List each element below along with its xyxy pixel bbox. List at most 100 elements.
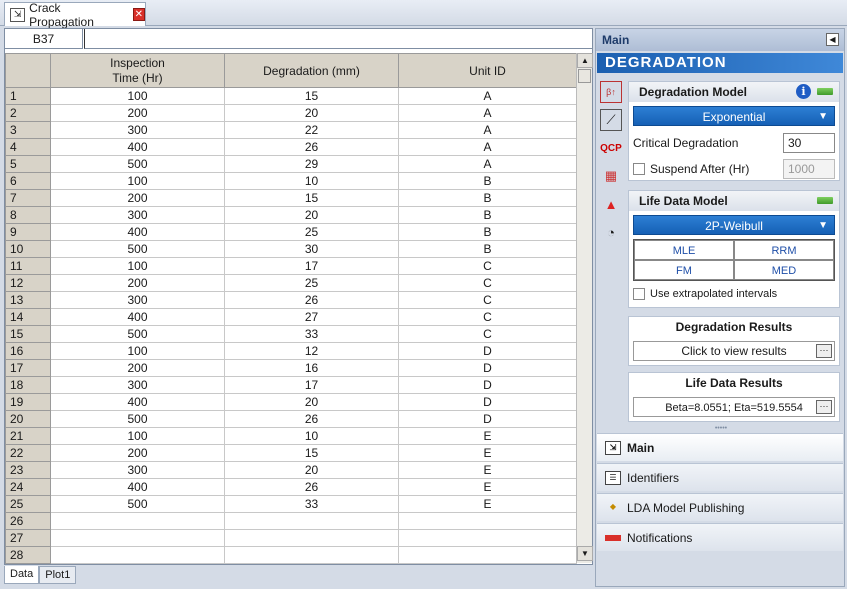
table-row[interactable]: 28: [5, 546, 577, 564]
table-cell[interactable]: 400: [50, 393, 225, 411]
row-header[interactable]: 10: [5, 240, 51, 258]
row-header[interactable]: 11: [5, 257, 51, 275]
table-cell[interactable]: 30: [224, 240, 399, 258]
table-cell[interactable]: 200: [50, 274, 225, 292]
sort-icon[interactable]: β↑: [600, 81, 622, 103]
method-rrm[interactable]: RRM: [734, 240, 834, 260]
table-cell[interactable]: [224, 529, 399, 547]
table-row[interactable]: 11 100 17 C: [5, 257, 577, 275]
table-cell[interactable]: B: [398, 172, 577, 190]
report-icon[interactable]: ▦: [600, 165, 622, 187]
row-header[interactable]: 13: [5, 291, 51, 309]
row-header[interactable]: 14: [5, 308, 51, 326]
table-cell[interactable]: D: [398, 410, 577, 428]
table-cell[interactable]: 20: [224, 461, 399, 479]
table-cell[interactable]: 500: [50, 155, 225, 173]
table-row[interactable]: 20 500 26 D: [5, 410, 577, 428]
life-data-results-field[interactable]: Beta=8.0551; Eta=519.5554 ···: [633, 397, 835, 417]
table-cell[interactable]: 26: [224, 138, 399, 156]
table-cell[interactable]: 15: [224, 87, 399, 105]
table-cell[interactable]: 20: [224, 206, 399, 224]
table-cell[interactable]: C: [398, 308, 577, 326]
table-cell[interactable]: D: [398, 342, 577, 360]
suspend-after-input[interactable]: 1000: [783, 159, 835, 179]
table-cell[interactable]: 400: [50, 308, 225, 326]
table-row[interactable]: 3 300 22 A: [5, 121, 577, 139]
row-header[interactable]: 19: [5, 393, 51, 411]
table-cell[interactable]: E: [398, 444, 577, 462]
column-header[interactable]: Degradation (mm): [224, 53, 399, 88]
table-cell[interactable]: 17: [224, 376, 399, 394]
table-cell[interactable]: B: [398, 223, 577, 241]
gauge-icon[interactable]: ◔: [600, 221, 622, 243]
method-fm[interactable]: FM: [634, 260, 734, 280]
plot-icon[interactable]: ⟋: [600, 109, 622, 131]
row-header[interactable]: 2: [5, 104, 51, 122]
method-mle[interactable]: MLE: [634, 240, 734, 260]
row-header[interactable]: 22: [5, 444, 51, 462]
scroll-up-icon[interactable]: ▲: [577, 53, 593, 68]
table-cell[interactable]: [224, 546, 399, 564]
table-cell[interactable]: 100: [50, 257, 225, 275]
table-cell[interactable]: A: [398, 121, 577, 139]
nav-notifications[interactable]: Notifications: [597, 523, 843, 551]
table-cell[interactable]: 500: [50, 495, 225, 513]
table-cell[interactable]: 16: [224, 359, 399, 377]
column-header[interactable]: Unit ID: [398, 53, 577, 88]
nav-lda-model-publishing[interactable]: ◆ LDA Model Publishing: [597, 493, 843, 521]
table-cell[interactable]: 300: [50, 376, 225, 394]
row-header[interactable]: 8: [5, 206, 51, 224]
degradation-model-select[interactable]: Exponential ▼: [633, 106, 835, 126]
table-row[interactable]: 8 300 20 B: [5, 206, 577, 224]
row-header[interactable]: 9: [5, 223, 51, 241]
table-cell[interactable]: B: [398, 240, 577, 258]
close-icon[interactable]: ✕: [132, 8, 145, 21]
table-row[interactable]: 17 200 16 D: [5, 359, 577, 377]
table-cell[interactable]: 100: [50, 342, 225, 360]
row-header[interactable]: 15: [5, 325, 51, 343]
life-data-model-select[interactable]: 2P-Weibull ▼: [633, 215, 835, 235]
table-cell[interactable]: 15: [224, 444, 399, 462]
table-cell[interactable]: C: [398, 274, 577, 292]
table-cell[interactable]: C: [398, 291, 577, 309]
table-row[interactable]: 6 100 10 B: [5, 172, 577, 190]
table-cell[interactable]: 20: [224, 104, 399, 122]
row-header[interactable]: 21: [5, 427, 51, 445]
table-row[interactable]: 21 100 10 E: [5, 427, 577, 445]
row-header[interactable]: 23: [5, 461, 51, 479]
table-cell[interactable]: B: [398, 189, 577, 207]
table-cell[interactable]: 300: [50, 121, 225, 139]
table-row[interactable]: 14 400 27 C: [5, 308, 577, 326]
table-cell[interactable]: [398, 512, 577, 530]
extrapolate-checkbox[interactable]: [633, 288, 645, 300]
ellipsis-icon[interactable]: ···: [816, 344, 832, 358]
row-header[interactable]: 7: [5, 189, 51, 207]
table-row[interactable]: 4 400 26 A: [5, 138, 577, 156]
table-cell[interactable]: [398, 546, 577, 564]
table-cell[interactable]: 200: [50, 359, 225, 377]
table-cell[interactable]: 33: [224, 325, 399, 343]
table-cell[interactable]: 200: [50, 104, 225, 122]
suspend-after-checkbox[interactable]: [633, 163, 645, 175]
table-cell[interactable]: 25: [224, 274, 399, 292]
sheet-tab-plot[interactable]: Plot1: [39, 566, 77, 584]
table-row[interactable]: 2 200 20 A: [5, 104, 577, 122]
table-row[interactable]: 22 200 15 E: [5, 444, 577, 462]
table-cell[interactable]: D: [398, 359, 577, 377]
table-row[interactable]: 10 500 30 B: [5, 240, 577, 258]
table-cell[interactable]: 10: [224, 172, 399, 190]
row-header[interactable]: 26: [5, 512, 51, 530]
table-cell[interactable]: E: [398, 478, 577, 496]
table-row[interactable]: 26: [5, 512, 577, 530]
table-cell[interactable]: 17: [224, 257, 399, 275]
row-header[interactable]: 20: [5, 410, 51, 428]
row-header[interactable]: 28: [5, 546, 51, 564]
vertical-scrollbar[interactable]: ▲ ▼: [576, 53, 593, 563]
table-row[interactable]: 15 500 33 C: [5, 325, 577, 343]
row-header[interactable]: 5: [5, 155, 51, 173]
nav-identifiers[interactable]: ☰ Identifiers: [597, 463, 843, 491]
table-cell[interactable]: 200: [50, 189, 225, 207]
nav-main[interactable]: ⇲ Main: [597, 433, 843, 461]
row-header[interactable]: 18: [5, 376, 51, 394]
corner-header[interactable]: [5, 53, 51, 88]
